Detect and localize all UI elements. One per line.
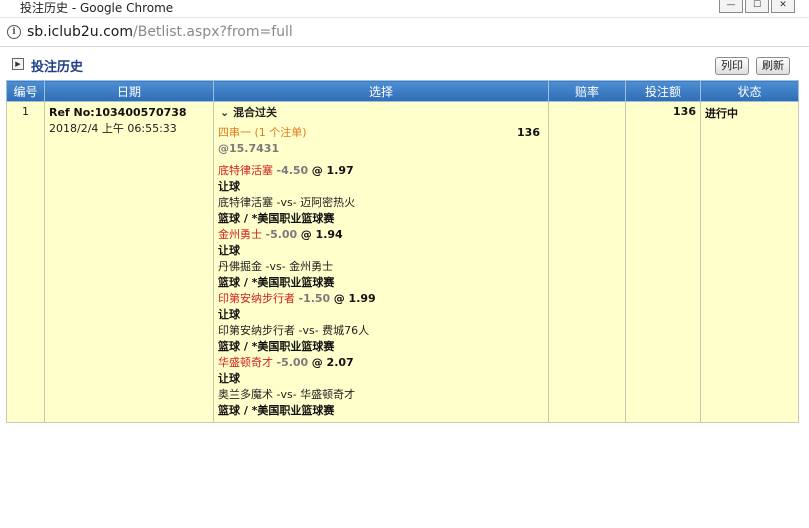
bet-leg: 底特律活塞 -4.50 @ 1.97 让球 底特律活塞 -vs- 迈阿密热火 篮… bbox=[218, 163, 544, 227]
maximize-button[interactable]: ☐ bbox=[745, 0, 769, 13]
leg-odds: @ 2.07 bbox=[311, 356, 354, 369]
close-button[interactable]: ✕ bbox=[771, 0, 795, 13]
header-status: 状态 bbox=[700, 80, 799, 102]
table-row: 1 Ref No:103400570738 2018/2/4 上午 06:55:… bbox=[6, 101, 799, 423]
url-path: /Betlist.aspx?from=full bbox=[133, 24, 293, 40]
chevron-down-icon: ⌄ bbox=[220, 106, 230, 119]
combo-amount: 136 bbox=[517, 126, 540, 139]
leg-league: 篮球 / *美国职业篮球赛 bbox=[218, 404, 335, 417]
leg-league: 篮球 / *美国职业篮球赛 bbox=[218, 276, 335, 289]
header-selection: 选择 bbox=[213, 80, 549, 102]
leg-league: 篮球 / *美国职业篮球赛 bbox=[218, 340, 335, 353]
refresh-button[interactable]: 刷新 bbox=[756, 57, 790, 75]
leg-match: 底特律活塞 -vs- 迈阿密热火 bbox=[218, 196, 356, 209]
url-text[interactable]: sb.iclub2u.com/Betlist.aspx?from=full bbox=[27, 23, 293, 41]
header-odds: 赔率 bbox=[548, 80, 626, 102]
row-index: 1 bbox=[6, 101, 45, 423]
leg-handicap: -5.00 bbox=[276, 356, 309, 369]
leg-match: 丹佛掘金 -vs- 金州勇士 bbox=[218, 260, 334, 273]
leg-team: 底特律活塞 bbox=[218, 164, 273, 177]
print-button[interactable]: 列印 bbox=[715, 57, 749, 75]
bet-type: 混合过关 bbox=[233, 106, 278, 119]
row-odds-cell bbox=[548, 101, 626, 423]
leg-team: 华盛顿奇才 bbox=[218, 356, 273, 369]
leg-team: 金州勇士 bbox=[218, 228, 262, 241]
bet-leg: 华盛顿奇才 -5.00 @ 2.07 让球 奥兰多魔术 -vs- 华盛顿奇才 篮… bbox=[218, 355, 544, 419]
bet-leg: 金州勇士 -5.00 @ 1.94 让球 丹佛掘金 -vs- 金州勇士 篮球 /… bbox=[218, 227, 544, 291]
leg-bet-type: 让球 bbox=[218, 308, 240, 321]
combo-description: 四串一 (1 个注单) bbox=[218, 126, 307, 139]
header-index: 编号 bbox=[6, 80, 45, 102]
leg-bet-type: 让球 bbox=[218, 180, 240, 193]
expand-icon[interactable]: ▶ bbox=[12, 58, 24, 70]
leg-league: 篮球 / *美国职业篮球赛 bbox=[218, 212, 335, 225]
leg-bet-type: 让球 bbox=[218, 372, 240, 385]
minimize-button[interactable]: — bbox=[719, 0, 743, 13]
header-stake: 投注额 bbox=[625, 80, 701, 102]
leg-bet-type: 让球 bbox=[218, 244, 240, 257]
leg-odds: @ 1.99 bbox=[333, 292, 376, 305]
combo-odds: @15.7431 bbox=[218, 142, 280, 155]
page-title: 投注历史 bbox=[31, 60, 84, 75]
page-content: ▶ 投注历史 列印 刷新 编号 日期 选择 赔率 投注额 状态 1 Ref No… bbox=[6, 47, 799, 423]
row-stake: 136 bbox=[625, 101, 701, 423]
leg-odds: @ 1.94 bbox=[300, 228, 343, 241]
row-selection-cell: ⌄ 混合过关 四串一 (1 个注单) 136 @15.7431 底特律活塞 -4… bbox=[213, 101, 549, 423]
leg-handicap: -4.50 bbox=[276, 164, 309, 177]
page-header: ▶ 投注历史 列印 刷新 bbox=[6, 47, 798, 79]
bet-datetime: 2018/2/4 上午 06:55:33 bbox=[49, 122, 177, 135]
url-host: sb.iclub2u.com bbox=[27, 24, 133, 40]
leg-team: 印第安纳步行者 bbox=[218, 292, 295, 305]
row-status: 进行中 bbox=[700, 101, 799, 423]
leg-match: 奥兰多魔术 -vs- 华盛顿奇才 bbox=[218, 388, 356, 401]
leg-odds: @ 1.97 bbox=[311, 164, 354, 177]
bet-type-header: ⌄ 混合过关 bbox=[220, 105, 544, 121]
address-bar[interactable]: i sb.iclub2u.com/Betlist.aspx?from=full bbox=[0, 18, 809, 47]
combo-line: 四串一 (1 个注单) 136 bbox=[218, 125, 544, 141]
leg-handicap: -1.50 bbox=[298, 292, 331, 305]
bet-history-table: 编号 日期 选择 赔率 投注额 状态 1 Ref No:103400570738… bbox=[6, 80, 799, 423]
header-date: 日期 bbox=[44, 80, 214, 102]
leg-match: 印第安纳步行者 -vs- 费城76人 bbox=[218, 324, 370, 337]
table-header-row: 编号 日期 选择 赔率 投注额 状态 bbox=[6, 80, 799, 102]
window-title-bar: 投注历史 - Google Chrome — ☐ ✕ bbox=[0, 0, 809, 18]
bet-leg: 印第安纳步行者 -1.50 @ 1.99 让球 印第安纳步行者 -vs- 费城7… bbox=[218, 291, 544, 355]
leg-handicap: -5.00 bbox=[265, 228, 298, 241]
row-date-cell: Ref No:103400570738 2018/2/4 上午 06:55:33 bbox=[44, 101, 214, 423]
info-icon[interactable]: i bbox=[7, 25, 21, 39]
ref-number: Ref No:103400570738 bbox=[49, 106, 187, 119]
window-title: 投注历史 - Google Chrome bbox=[20, 1, 174, 15]
